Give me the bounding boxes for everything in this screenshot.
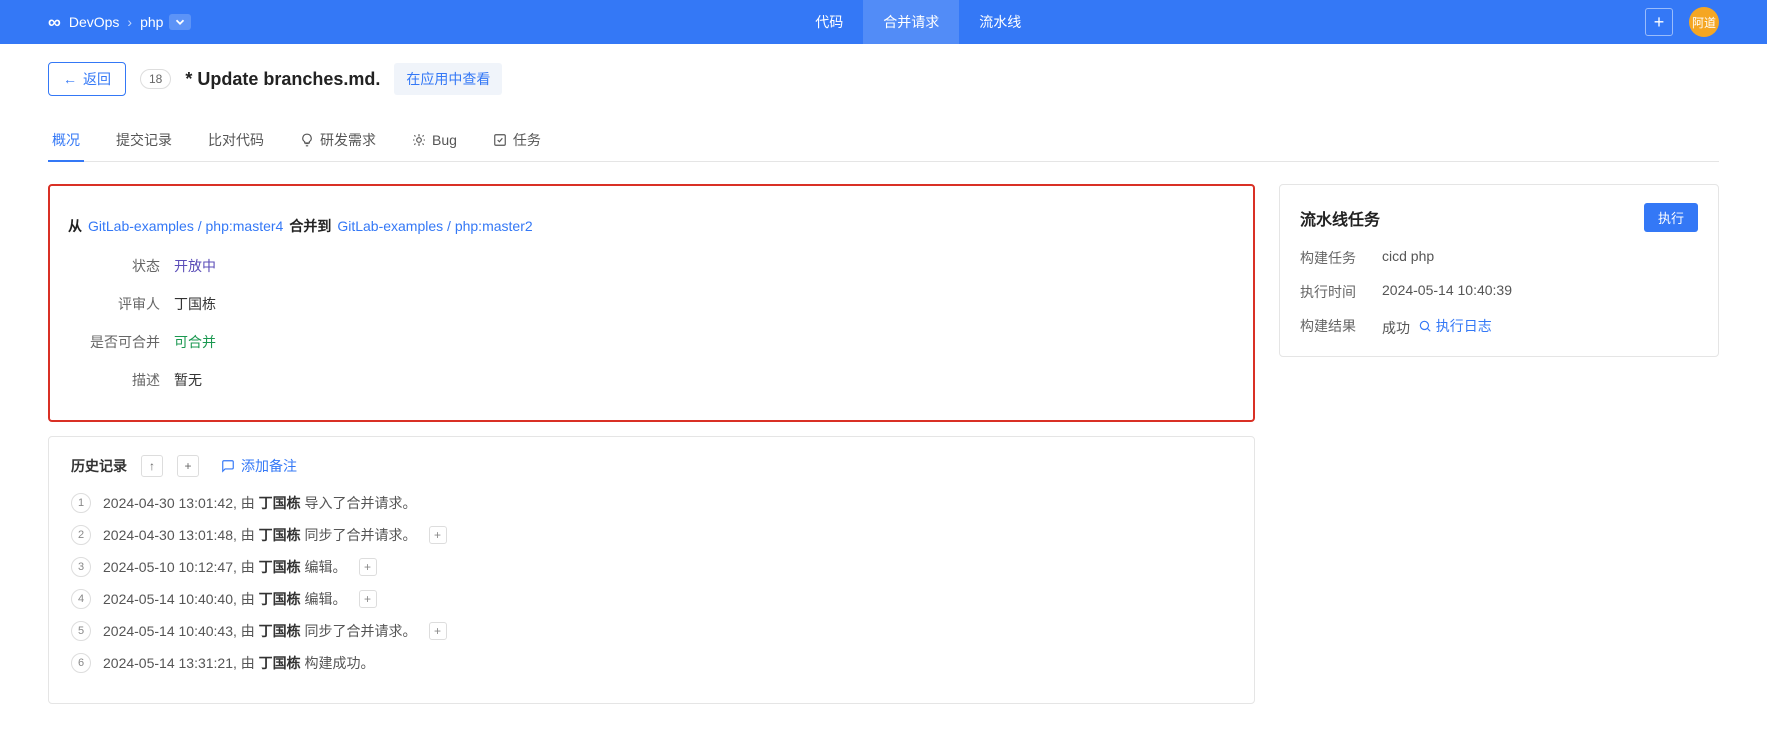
expand-plus-button[interactable]: + [177,455,199,477]
add-button[interactable]: + [1645,8,1673,36]
collapse-up-button[interactable]: ↑ [141,455,163,477]
mr-number-badge: 18 [140,69,171,89]
description-row: 描述 暂无 [68,370,1235,390]
bug-icon [412,133,426,147]
history-list: 1 2024-04-30 13:01:42, 由 丁国栋 导入了合并请求。 2 202… [71,493,1232,673]
exec-time-row: 执行时间 2024-05-14 10:40:39 [1300,282,1698,302]
pipeline-header: 流水线任务 执行 [1300,203,1698,232]
right-column: 流水线任务 执行 构建任务 cicd php 执行时间 2024-05-14 1… [1279,184,1719,704]
tab-diff[interactable]: 比对代码 [204,120,268,162]
history-item: 1 2024-04-30 13:01:42, 由 丁国栋 导入了合并请求。 [71,493,1232,513]
search-icon [1418,319,1432,333]
mergeable-value: 可合并 [174,332,216,352]
back-arrow-icon: ← [63,71,77,87]
app-view-button[interactable]: 在应用中查看 [394,63,502,95]
project-name: php [140,14,163,30]
reviewer-label: 评审人 [68,294,160,314]
checklist-icon [493,133,507,147]
history-item-expand-button[interactable]: + [359,558,377,576]
mr-info-panel: 从 GitLab-examples / php:master4 合并到 GitL… [48,184,1255,422]
history-item-text: 2024-05-14 13:31:21, 由 丁国栋 构建成功。 [103,653,375,673]
description-label: 描述 [68,370,160,390]
execute-button[interactable]: 执行 [1644,203,1698,232]
tab-requirements[interactable]: 研发需求 [296,120,380,162]
tab-overview[interactable]: 概况 [48,120,84,162]
status-value: 开放中 [174,256,216,276]
log-link[interactable]: 执行日志 [1418,316,1492,336]
mergeable-row: 是否可合并 可合并 [68,332,1235,352]
history-item-text: 2024-05-10 10:12:47, 由 丁国栋 编辑。 [103,557,347,577]
from-label: 从 [68,216,82,236]
tab-task[interactable]: 任务 [489,120,545,162]
page-subheader: ← 返回 18 * Update branches.md. 在应用中查看 [0,44,1767,114]
build-task-value: cicd php [1382,248,1434,268]
history-item: 3 2024-05-10 10:12:47, 由 丁国栋 编辑。 + [71,557,1232,577]
back-label: 返回 [83,69,111,89]
history-item-text: 2024-05-14 10:40:43, 由 丁国栋 同步了合并请求。 [103,621,417,641]
history-item-expand-button[interactable]: + [359,590,377,608]
add-note-button[interactable]: 添加备注 [221,456,297,476]
tab-commits[interactable]: 提交记录 [112,120,176,162]
header-nav-tabs: 代码 合并请求 流水线 [795,0,1041,44]
history-title: 历史记录 [71,456,127,476]
history-item-text: 2024-04-30 13:01:42, 由 丁国栋 导入了合并请求。 [103,493,417,513]
nav-tab-merge-request[interactable]: 合并请求 [863,0,959,44]
status-row: 状态 开放中 [68,256,1235,276]
comment-icon [221,459,235,473]
history-panel: 历史记录 ↑ + 添加备注 1 2024-04-30 13:01:42, 由 丁国… [48,436,1255,704]
chevron-down-icon[interactable] [169,14,191,30]
back-button[interactable]: ← 返回 [48,62,126,96]
nav-tab-code[interactable]: 代码 [795,0,863,44]
history-item-number: 3 [71,557,91,577]
content-tabs: 概况 提交记录 比对代码 研发需求 Bug 任务 [48,114,1719,162]
to-label: 合并到 [289,216,331,236]
history-item-text: 2024-05-14 10:40:40, 由 丁国栋 编辑。 [103,589,347,609]
user-avatar[interactable]: 阿道 [1689,7,1719,37]
history-item: 5 2024-05-14 10:40:43, 由 丁国栋 同步了合并请求。 + [71,621,1232,641]
product-name[interactable]: DevOps [69,14,120,30]
description-value: 暂无 [174,370,202,390]
pipeline-panel: 流水线任务 执行 构建任务 cicd php 执行时间 2024-05-14 1… [1279,184,1719,357]
history-item-number: 1 [71,493,91,513]
nav-tab-pipeline[interactable]: 流水线 [959,0,1041,44]
build-result-label: 构建结果 [1300,316,1368,338]
reviewer-value: 丁国栋 [174,294,216,314]
build-result-value: 成功 执行日志 [1382,316,1492,338]
history-item-number: 5 [71,621,91,641]
target-branch-link[interactable]: GitLab-examples / php:master2 [337,218,532,234]
history-item-number: 6 [71,653,91,673]
exec-time-label: 执行时间 [1300,282,1368,302]
history-item-expand-button[interactable]: + [429,526,447,544]
main-layout: 从 GitLab-examples / php:master4 合并到 GitL… [48,184,1719,704]
source-branch-link[interactable]: GitLab-examples / php:master4 [88,218,283,234]
exec-time-value: 2024-05-14 10:40:39 [1382,282,1512,302]
left-column: 从 GitLab-examples / php:master4 合并到 GitL… [48,184,1255,704]
history-item-number: 2 [71,525,91,545]
history-header: 历史记录 ↑ + 添加备注 [71,455,1232,477]
history-item: 4 2024-05-14 10:40:40, 由 丁国栋 编辑。 + [71,589,1232,609]
build-task-row: 构建任务 cicd php [1300,248,1698,268]
header-actions: + 阿道 [1645,7,1719,37]
history-item: 6 2024-05-14 13:31:21, 由 丁国栋 构建成功。 [71,653,1232,673]
project-selector[interactable]: php [140,14,191,30]
history-item-expand-button[interactable]: + [429,622,447,640]
build-task-label: 构建任务 [1300,248,1368,268]
history-item-text: 2024-04-30 13:01:48, 由 丁国栋 同步了合并请求。 [103,525,417,545]
top-header: ∞ DevOps › php 代码 合并请求 流水线 + 阿道 [0,0,1767,44]
devops-logo-icon: ∞ [48,12,61,33]
build-result-row: 构建结果 成功 执行日志 [1300,316,1698,338]
header-breadcrumb: ∞ DevOps › php [48,12,191,33]
reviewer-row: 评审人 丁国栋 [68,294,1235,314]
breadcrumb-separator: › [127,14,132,30]
mr-branch-info: 从 GitLab-examples / php:master4 合并到 GitL… [68,216,1235,236]
pipeline-title: 流水线任务 [1300,206,1380,230]
page-title: * Update branches.md. [185,69,380,90]
history-item-number: 4 [71,589,91,609]
content-wrapper: 概况 提交记录 比对代码 研发需求 Bug 任务 从 GitLab-exampl… [0,114,1767,704]
lightbulb-icon [300,133,314,147]
history-item: 2 2024-04-30 13:01:48, 由 丁国栋 同步了合并请求。 + [71,525,1232,545]
tab-bug[interactable]: Bug [408,120,461,162]
mergeable-label: 是否可合并 [68,332,160,352]
status-label: 状态 [68,256,160,276]
